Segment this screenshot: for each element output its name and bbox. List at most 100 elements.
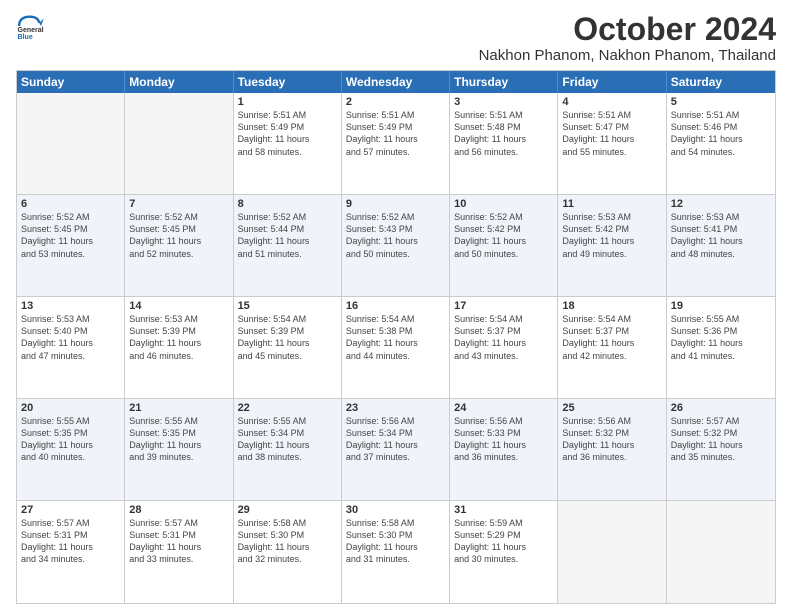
day-number: 7 — [129, 198, 228, 210]
calendar-week-1: 1Sunrise: 5:51 AMSunset: 5:49 PMDaylight… — [17, 93, 775, 195]
day-number: 29 — [238, 504, 337, 516]
daylight-hours: Daylight: 11 hours — [454, 133, 553, 145]
sunset: Sunset: 5:38 PM — [346, 325, 445, 337]
daylight-minutes: and 44 minutes. — [346, 350, 445, 362]
daylight-hours: Daylight: 11 hours — [346, 439, 445, 451]
logo: General Blue — [16, 12, 44, 40]
calendar-cell: 19Sunrise: 5:55 AMSunset: 5:36 PMDayligh… — [667, 297, 775, 398]
calendar: Sunday Monday Tuesday Wednesday Thursday… — [16, 70, 776, 604]
daylight-minutes: and 41 minutes. — [671, 350, 771, 362]
calendar-cell: 24Sunrise: 5:56 AMSunset: 5:33 PMDayligh… — [450, 399, 558, 500]
day-number: 4 — [562, 96, 661, 108]
daylight-hours: Daylight: 11 hours — [562, 439, 661, 451]
daylight-minutes: and 32 minutes. — [238, 553, 337, 565]
sunset: Sunset: 5:37 PM — [562, 325, 661, 337]
header-friday: Friday — [558, 71, 666, 93]
sunrise: Sunrise: 5:58 AM — [238, 517, 337, 529]
day-number: 30 — [346, 504, 445, 516]
calendar-cell: 26Sunrise: 5:57 AMSunset: 5:32 PMDayligh… — [667, 399, 775, 500]
sunrise: Sunrise: 5:51 AM — [454, 109, 553, 121]
calendar-week-2: 6Sunrise: 5:52 AMSunset: 5:45 PMDaylight… — [17, 195, 775, 297]
daylight-hours: Daylight: 11 hours — [21, 235, 120, 247]
sunrise: Sunrise: 5:54 AM — [454, 313, 553, 325]
daylight-hours: Daylight: 11 hours — [129, 541, 228, 553]
daylight-hours: Daylight: 11 hours — [562, 337, 661, 349]
sunrise: Sunrise: 5:56 AM — [562, 415, 661, 427]
daylight-hours: Daylight: 11 hours — [238, 337, 337, 349]
day-number: 10 — [454, 198, 553, 210]
title-section: October 2024 Nakhon Phanom, Nakhon Phano… — [44, 12, 776, 64]
sunset: Sunset: 5:39 PM — [129, 325, 228, 337]
sunrise: Sunrise: 5:53 AM — [129, 313, 228, 325]
calendar-cell: 3Sunrise: 5:51 AMSunset: 5:48 PMDaylight… — [450, 93, 558, 194]
calendar-cell: 14Sunrise: 5:53 AMSunset: 5:39 PMDayligh… — [125, 297, 233, 398]
sunset: Sunset: 5:32 PM — [562, 427, 661, 439]
daylight-minutes: and 40 minutes. — [21, 451, 120, 463]
day-number: 20 — [21, 402, 120, 414]
header: General Blue October 2024 Nakhon Phanom,… — [16, 12, 776, 64]
sunrise: Sunrise: 5:52 AM — [238, 211, 337, 223]
day-number: 31 — [454, 504, 553, 516]
sunset: Sunset: 5:39 PM — [238, 325, 337, 337]
daylight-minutes: and 38 minutes. — [238, 451, 337, 463]
daylight-hours: Daylight: 11 hours — [346, 235, 445, 247]
calendar-cell: 12Sunrise: 5:53 AMSunset: 5:41 PMDayligh… — [667, 195, 775, 296]
daylight-hours: Daylight: 11 hours — [21, 439, 120, 451]
calendar-cell: 9Sunrise: 5:52 AMSunset: 5:43 PMDaylight… — [342, 195, 450, 296]
daylight-minutes: and 30 minutes. — [454, 553, 553, 565]
day-number: 18 — [562, 300, 661, 312]
sunrise: Sunrise: 5:52 AM — [454, 211, 553, 223]
daylight-minutes: and 53 minutes. — [21, 248, 120, 260]
daylight-minutes: and 36 minutes. — [454, 451, 553, 463]
sunset: Sunset: 5:41 PM — [671, 223, 771, 235]
day-number: 25 — [562, 402, 661, 414]
day-number: 5 — [671, 96, 771, 108]
sunset: Sunset: 5:45 PM — [21, 223, 120, 235]
sunrise: Sunrise: 5:57 AM — [21, 517, 120, 529]
day-number: 6 — [21, 198, 120, 210]
daylight-hours: Daylight: 11 hours — [129, 235, 228, 247]
daylight-hours: Daylight: 11 hours — [454, 337, 553, 349]
sunset: Sunset: 5:31 PM — [21, 529, 120, 541]
calendar-week-3: 13Sunrise: 5:53 AMSunset: 5:40 PMDayligh… — [17, 297, 775, 399]
sunrise: Sunrise: 5:55 AM — [129, 415, 228, 427]
daylight-minutes: and 57 minutes. — [346, 146, 445, 158]
day-number: 22 — [238, 402, 337, 414]
sunset: Sunset: 5:36 PM — [671, 325, 771, 337]
calendar-cell: 17Sunrise: 5:54 AMSunset: 5:37 PMDayligh… — [450, 297, 558, 398]
sunrise: Sunrise: 5:54 AM — [562, 313, 661, 325]
sunset: Sunset: 5:47 PM — [562, 121, 661, 133]
calendar-cell: 18Sunrise: 5:54 AMSunset: 5:37 PMDayligh… — [558, 297, 666, 398]
sunrise: Sunrise: 5:52 AM — [346, 211, 445, 223]
calendar-cell: 8Sunrise: 5:52 AMSunset: 5:44 PMDaylight… — [234, 195, 342, 296]
daylight-minutes: and 39 minutes. — [129, 451, 228, 463]
daylight-minutes: and 31 minutes. — [346, 553, 445, 565]
sunrise: Sunrise: 5:51 AM — [346, 109, 445, 121]
calendar-cell: 22Sunrise: 5:55 AMSunset: 5:34 PMDayligh… — [234, 399, 342, 500]
calendar-cell: 2Sunrise: 5:51 AMSunset: 5:49 PMDaylight… — [342, 93, 450, 194]
sunset: Sunset: 5:34 PM — [346, 427, 445, 439]
daylight-minutes: and 36 minutes. — [562, 451, 661, 463]
header-tuesday: Tuesday — [234, 71, 342, 93]
day-number: 26 — [671, 402, 771, 414]
sunset: Sunset: 5:33 PM — [454, 427, 553, 439]
daylight-hours: Daylight: 11 hours — [346, 133, 445, 145]
sunrise: Sunrise: 5:55 AM — [21, 415, 120, 427]
sunset: Sunset: 5:48 PM — [454, 121, 553, 133]
daylight-minutes: and 37 minutes. — [346, 451, 445, 463]
sunrise: Sunrise: 5:51 AM — [238, 109, 337, 121]
calendar-cell: 10Sunrise: 5:52 AMSunset: 5:42 PMDayligh… — [450, 195, 558, 296]
daylight-hours: Daylight: 11 hours — [238, 439, 337, 451]
day-number: 23 — [346, 402, 445, 414]
daylight-minutes: and 35 minutes. — [671, 451, 771, 463]
sunset: Sunset: 5:46 PM — [671, 121, 771, 133]
calendar-cell: 4Sunrise: 5:51 AMSunset: 5:47 PMDaylight… — [558, 93, 666, 194]
daylight-minutes: and 51 minutes. — [238, 248, 337, 260]
daylight-minutes: and 43 minutes. — [454, 350, 553, 362]
daylight-hours: Daylight: 11 hours — [346, 541, 445, 553]
day-number: 3 — [454, 96, 553, 108]
svg-text:Blue: Blue — [18, 34, 33, 40]
sunset: Sunset: 5:32 PM — [671, 427, 771, 439]
calendar-cell — [17, 93, 125, 194]
calendar-cell: 11Sunrise: 5:53 AMSunset: 5:42 PMDayligh… — [558, 195, 666, 296]
